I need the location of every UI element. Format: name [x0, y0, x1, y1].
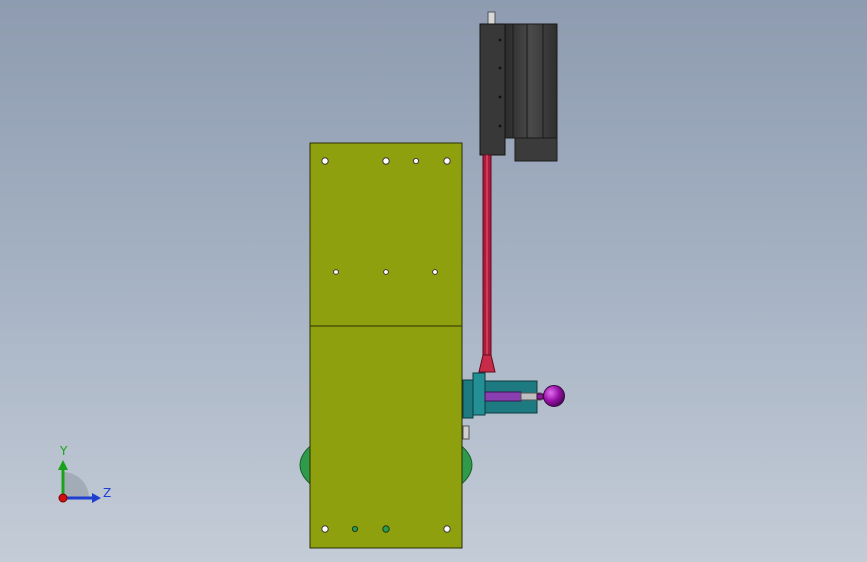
- mount-hole: [443, 157, 451, 165]
- piston-rod[interactable]: [478, 154, 496, 373]
- mount-hole: [333, 269, 339, 275]
- upper-plate[interactable]: [309, 142, 463, 327]
- model-scene[interactable]: Y Z: [0, 0, 867, 562]
- mount-hole: [443, 525, 451, 533]
- mount-hole: [321, 157, 329, 165]
- mount-hole: [383, 269, 389, 275]
- linear-actuator[interactable]: [479, 11, 558, 162]
- triad-origin-icon: [58, 493, 68, 503]
- mount-hole: [321, 525, 329, 533]
- ball-knob[interactable]: [536, 385, 565, 407]
- mount-hole: [351, 525, 359, 533]
- triad-z-label: Z: [103, 486, 111, 500]
- lower-plate[interactable]: [309, 325, 463, 549]
- mount-hole: [382, 157, 390, 165]
- mount-hole: [382, 525, 390, 533]
- graphics-viewport[interactable]: Y Z: [0, 0, 867, 562]
- rod-end-bracket[interactable]: [462, 372, 542, 440]
- orientation-triad: Y Z: [58, 444, 111, 503]
- mount-hole: [432, 269, 438, 275]
- triad-plane-icon: [63, 472, 89, 498]
- mount-hole: [412, 157, 420, 165]
- triad-y-label: Y: [59, 444, 68, 458]
